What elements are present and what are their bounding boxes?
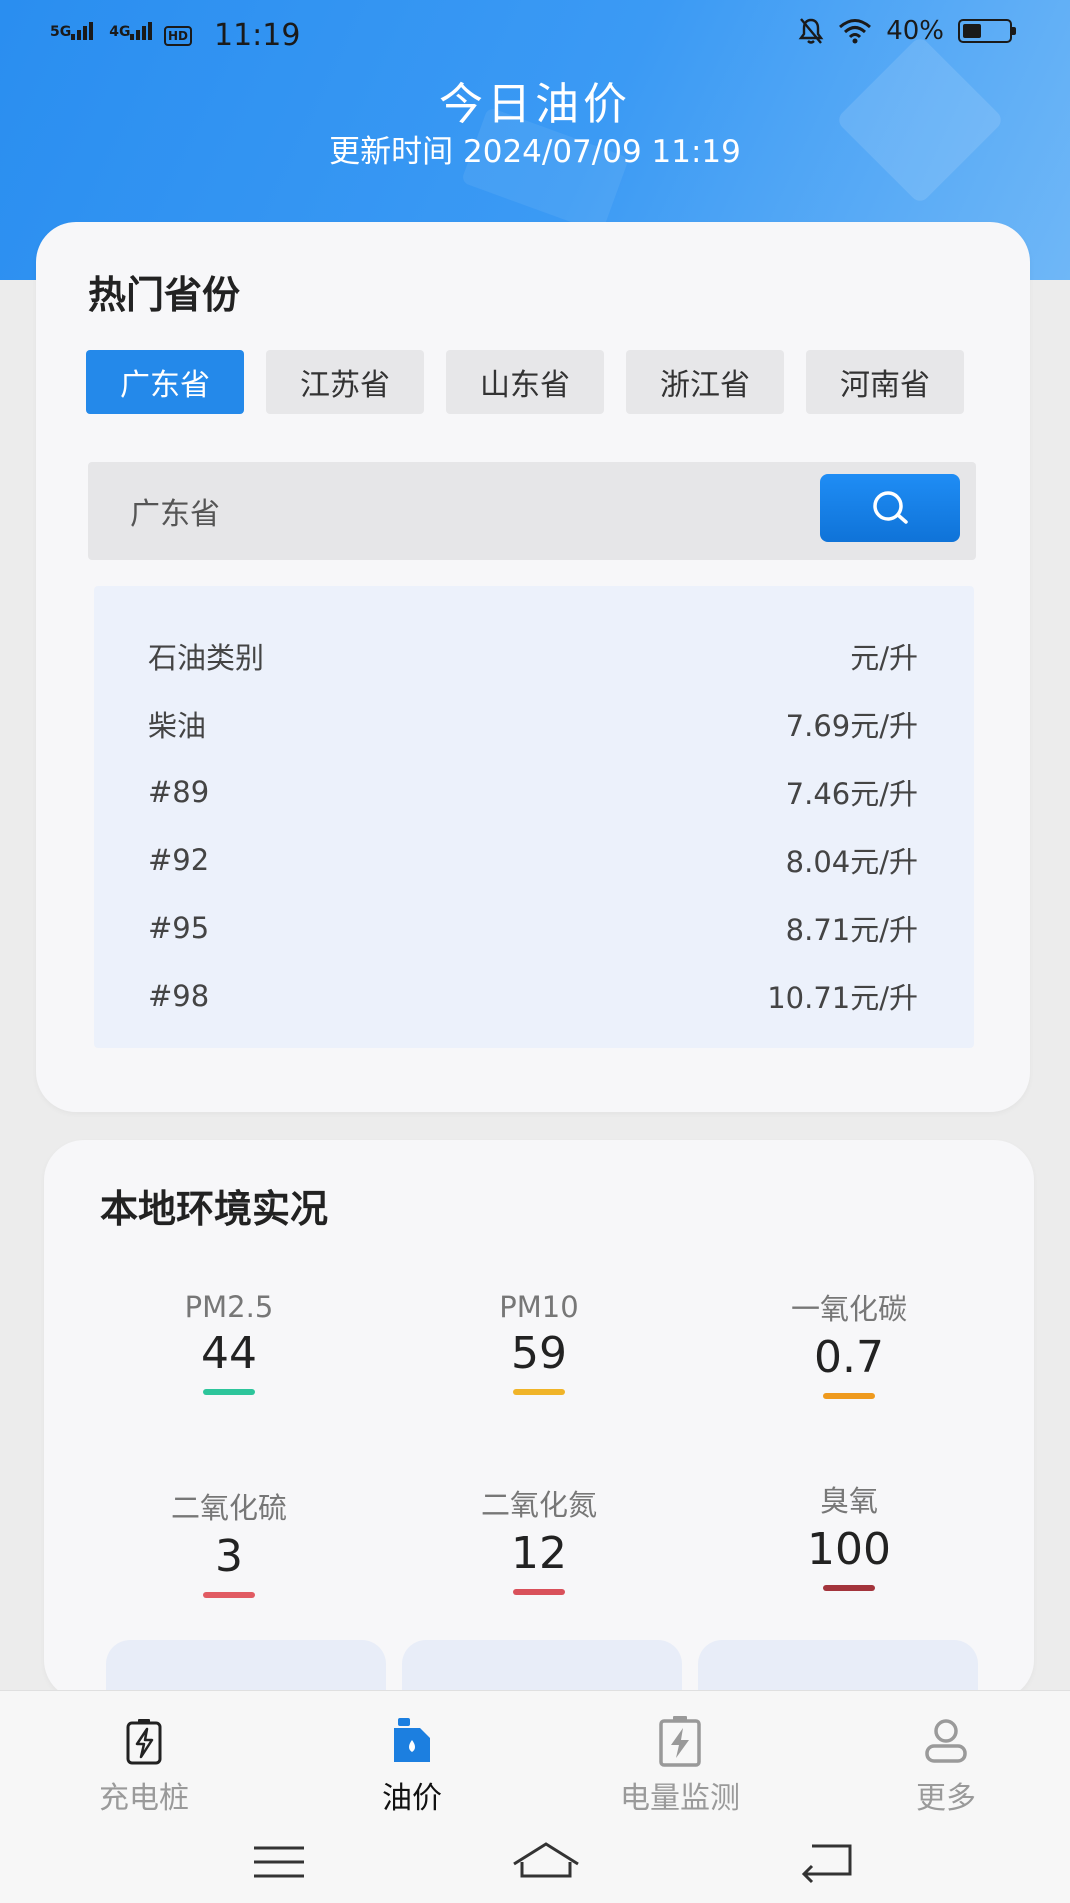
- env-level-bar: [823, 1585, 875, 1591]
- env-value: 100: [807, 1524, 891, 1575]
- tab-guangdong[interactable]: 广东省: [86, 350, 244, 414]
- env-label: PM10: [499, 1290, 579, 1324]
- env-value: 44: [201, 1328, 257, 1379]
- environment-card: 本地环境实况 PM2.5 44 PM10 59 一氧化碳 0.7 二氧化硫 3 …: [44, 1140, 1034, 1720]
- env-level-bar: [513, 1589, 565, 1595]
- table-row: #92 8.04元/升: [148, 826, 918, 894]
- network-5g-label: 5G: [50, 24, 72, 40]
- menu-icon[interactable]: [252, 1840, 306, 1884]
- tab-henan[interactable]: 河南省: [806, 350, 964, 414]
- env-value: 59: [511, 1328, 567, 1379]
- nav-item-oil-price[interactable]: 油价: [312, 1713, 512, 1817]
- env-level-bar: [513, 1389, 565, 1395]
- update-time: 更新时间 2024/07/09 11:19: [329, 134, 741, 170]
- fuel-price: 8.71元/升: [785, 913, 918, 947]
- env-level-bar: [823, 1393, 875, 1399]
- env-label: 二氧化氮: [480, 1488, 597, 1522]
- env-item-ozone: 臭氧 100: [694, 1478, 1004, 1591]
- nav-label: 充电桩: [99, 1781, 189, 1816]
- env-value: 0.7: [814, 1332, 884, 1383]
- unit-header: 元/升: [850, 641, 918, 675]
- search-icon: [873, 491, 908, 524]
- wifi-icon: [839, 19, 872, 44]
- fuel-name: 柴油: [148, 709, 207, 743]
- signal-bars-icon: [130, 22, 154, 40]
- system-nav-bar: [0, 1830, 1070, 1903]
- battery-icon: [958, 19, 1016, 43]
- fuel-name: #92: [148, 843, 210, 877]
- hd-voice-icon: HD: [164, 26, 193, 46]
- battery-percent: 40%: [886, 16, 944, 46]
- province-tabs: 广东省 江苏省 山东省 浙江省 河南省: [86, 350, 964, 414]
- nav-item-more[interactable]: 更多: [846, 1713, 1046, 1817]
- env-label: 一氧化碳: [790, 1292, 907, 1326]
- user-icon: [925, 1719, 967, 1763]
- env-item-so2: 二氧化硫 3: [74, 1485, 384, 1598]
- province-search: [88, 462, 976, 560]
- env-label: PM2.5: [184, 1290, 274, 1324]
- price-table: 石油类别 元/升 柴油 7.69元/升 #89 7.46元/升 #92 8.04…: [94, 586, 974, 1048]
- home-icon[interactable]: [510, 1840, 582, 1884]
- nav-item-charging[interactable]: 充电桩: [44, 1713, 244, 1817]
- fuel-price: 7.46元/升: [785, 777, 918, 811]
- category-header: 石油类别: [148, 641, 265, 675]
- env-item-pm25: PM2.5 44: [74, 1290, 384, 1395]
- nav-item-battery-monitor[interactable]: 电量监测: [580, 1713, 780, 1817]
- fuel-price: 7.69元/升: [785, 709, 918, 743]
- fuel-name: #89: [148, 775, 210, 809]
- status-bar: 5G 4G HD 11:19 40%: [0, 0, 1070, 70]
- charging-pile-icon: [126, 1719, 162, 1765]
- tab-jiangsu[interactable]: 江苏省: [266, 350, 424, 414]
- env-label: 臭氧: [819, 1484, 878, 1518]
- table-row: 柴油 7.69元/升: [148, 690, 918, 758]
- environment-title: 本地环境实况: [100, 1187, 329, 1231]
- env-item-no2: 二氧化氮 12: [384, 1482, 694, 1595]
- tab-shandong[interactable]: 山东省: [446, 350, 604, 414]
- network-4g-label: 4G: [109, 24, 131, 40]
- table-row: #89 7.46元/升: [148, 758, 918, 826]
- env-value: 3: [215, 1531, 243, 1582]
- mute-bell-icon: [798, 18, 824, 44]
- nav-label: 电量监测: [620, 1781, 740, 1816]
- env-level-bar: [203, 1389, 255, 1395]
- env-item-co: 一氧化碳 0.7: [694, 1286, 1004, 1399]
- search-input[interactable]: [88, 462, 808, 560]
- signal-bars-icon: [71, 22, 95, 40]
- signal-indicators: 5G 4G: [50, 22, 168, 40]
- env-level-bar: [203, 1592, 255, 1598]
- hot-provinces-title: 热门省份: [88, 273, 241, 317]
- fuel-name: #98: [148, 979, 210, 1013]
- bottom-nav: 充电桩 油价 电量监测 更多: [0, 1690, 1070, 1830]
- env-label: 二氧化硫: [170, 1491, 287, 1525]
- hot-provinces-card: 热门省份 广东省 江苏省 山东省 浙江省 河南省 石油类别 元/升 柴油 7.6…: [36, 222, 1030, 1112]
- env-item-pm10: PM10 59: [384, 1290, 694, 1395]
- fuel-name: #95: [148, 911, 210, 945]
- battery-monitor-icon: [659, 1716, 701, 1767]
- status-time: 11:19: [214, 18, 301, 53]
- table-row: #95 8.71元/升: [148, 894, 918, 962]
- nav-label: 更多: [916, 1781, 976, 1816]
- back-icon[interactable]: [800, 1840, 856, 1884]
- search-button[interactable]: [820, 474, 960, 542]
- fuel-price: 8.04元/升: [785, 845, 918, 879]
- env-value: 12: [511, 1528, 567, 1579]
- tab-zhejiang[interactable]: 浙江省: [626, 350, 784, 414]
- page-title: 今日油价: [439, 79, 631, 130]
- table-row: #98 10.71元/升: [148, 962, 918, 1030]
- fuel-price: 10.71元/升: [767, 981, 918, 1015]
- status-right-icons: 40%: [798, 16, 1016, 46]
- nav-label: 油价: [382, 1781, 442, 1816]
- price-table-header: 石油类别 元/升: [148, 622, 918, 690]
- oil-can-icon: [394, 1718, 430, 1762]
